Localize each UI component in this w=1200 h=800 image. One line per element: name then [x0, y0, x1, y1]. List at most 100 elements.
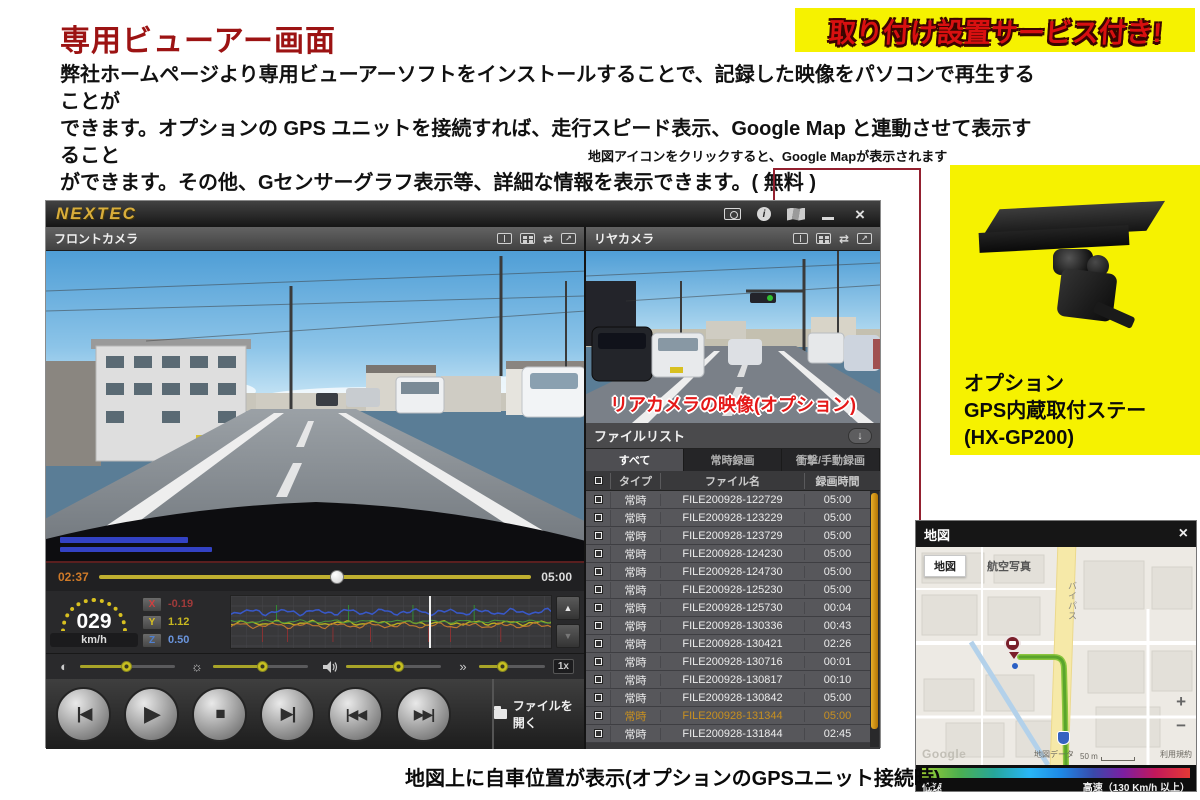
next-frame-icon: ▶|: [281, 704, 295, 724]
file-row[interactable]: 常時FILE200928-13184402:45: [586, 725, 870, 743]
gsensor-graph[interactable]: [230, 595, 552, 649]
row-checkbox[interactable]: [586, 729, 610, 738]
file-name: FILE200928-124230: [660, 548, 804, 560]
tab-continuous-recording[interactable]: 常時録画: [684, 449, 782, 471]
open-file-button[interactable]: ファイルを開く: [492, 679, 584, 749]
file-row[interactable]: 常時FILE200928-12423005:00: [586, 545, 870, 563]
fullscreen-icon[interactable]: [561, 233, 576, 244]
z-axis-value: 0.50: [168, 634, 189, 646]
rear-camera-video[interactable]: リアカメラの映像(オプション): [586, 251, 880, 423]
file-row[interactable]: 常時FILE200928-12322905:00: [586, 509, 870, 527]
row-checkbox[interactable]: [586, 567, 610, 576]
volume-slider[interactable]: [346, 665, 441, 668]
split-view-icon[interactable]: [793, 233, 808, 244]
playback-speed-slider[interactable]: [479, 665, 545, 668]
map-canvas[interactable]: 地図 航空写真 バイパス + − Google 地図データ 50 m 利用規約: [916, 547, 1196, 765]
swap-cameras-icon[interactable]: ⇄: [543, 232, 553, 246]
terms-link[interactable]: 利用規約: [1160, 749, 1192, 760]
page: 専用ビューアー画面 取り付け設置サービス付き! 弊社ホームページより専用ビューア…: [0, 0, 1200, 800]
brightness-thumb[interactable]: [257, 661, 268, 672]
row-checkbox[interactable]: [586, 513, 610, 522]
tab-all[interactable]: すべて: [586, 449, 684, 471]
map-zoom-in-button[interactable]: +: [1176, 693, 1186, 710]
file-row[interactable]: 常時FILE200928-12573000:04: [586, 599, 870, 617]
row-checkbox[interactable]: [586, 675, 610, 684]
row-checkbox[interactable]: [586, 621, 610, 630]
row-checkbox[interactable]: [586, 639, 610, 648]
previous-file-button[interactable]: |◀◀: [328, 687, 383, 742]
download-button[interactable]: ↓: [848, 428, 872, 444]
x-axis-button[interactable]: X: [142, 597, 162, 612]
file-type: 常時: [610, 636, 660, 652]
stop-button[interactable]: ■: [192, 687, 247, 742]
info-button[interactable]: i: [754, 207, 774, 222]
minimize-button[interactable]: [818, 207, 838, 222]
file-row[interactable]: 常時FILE200928-13081700:10: [586, 671, 870, 689]
file-row[interactable]: 常時FILE200928-12473005:00: [586, 563, 870, 581]
timeline-track[interactable]: [99, 575, 532, 579]
contrast-slider[interactable]: [80, 665, 175, 668]
close-button[interactable]: ×: [850, 207, 870, 222]
play-button[interactable]: ▶: [124, 687, 179, 742]
quad-view-icon[interactable]: [816, 233, 831, 244]
map-icon-annotation: 地図アイコンをクリックすると、Google Mapが表示されます: [588, 146, 947, 165]
road-name-label: バイパス: [1066, 581, 1079, 621]
titlebar-icons: i ×: [722, 207, 870, 222]
vehicle-position-marker[interactable]: [1004, 635, 1024, 661]
row-checkbox[interactable]: [586, 549, 610, 558]
split-view-icon[interactable]: [497, 233, 512, 244]
row-checkbox[interactable]: [586, 531, 610, 540]
map-type-satellite-button[interactable]: 航空写真: [978, 555, 1040, 577]
file-row[interactable]: 常時FILE200928-12523005:00: [586, 581, 870, 599]
next-file-button[interactable]: ▶▶|: [396, 687, 451, 742]
row-checkbox[interactable]: [586, 495, 610, 504]
file-row[interactable]: 常時FILE200928-13134405:00: [586, 707, 870, 725]
checkbox-icon: [594, 657, 603, 666]
quad-view-icon[interactable]: [520, 233, 535, 244]
nextec-logo: NEXTEC: [56, 204, 137, 224]
scrollbar-thumb[interactable]: [871, 493, 878, 729]
volume-thumb[interactable]: [393, 661, 404, 672]
map-button[interactable]: [786, 207, 806, 222]
contrast-thumb[interactable]: [121, 661, 132, 672]
play-icon: ▶: [144, 701, 159, 727]
next-file-icon: ▶▶|: [414, 706, 433, 723]
timeline-thumb[interactable]: [330, 570, 344, 584]
banner-text: 取り付け設置サービス付き!: [827, 11, 1163, 50]
bottom-caption: 地図上に自車位置が表示(オプションのGPSユニット接続時): [405, 762, 941, 791]
file-row[interactable]: 常時FILE200928-13084205:00: [586, 689, 870, 707]
row-checkbox[interactable]: [586, 693, 610, 702]
map-zoom-out-button[interactable]: −: [1176, 717, 1186, 734]
file-row[interactable]: 常時FILE200928-12372905:00: [586, 527, 870, 545]
y-axis-button[interactable]: Y: [142, 615, 162, 630]
tab-impact-manual-recording[interactable]: 衝撃/手動録画: [782, 449, 880, 471]
row-checkbox[interactable]: [586, 585, 610, 594]
scale-down-button[interactable]: ▼: [556, 624, 580, 648]
file-name: FILE200928-122729: [660, 494, 804, 506]
previous-frame-button[interactable]: |◀: [56, 687, 111, 742]
map-type-map-button[interactable]: 地図: [924, 555, 966, 577]
screenshot-button[interactable]: [722, 207, 742, 222]
file-list-scrollbar[interactable]: [870, 491, 879, 747]
scale-up-button[interactable]: ▲: [556, 596, 580, 620]
swap-cameras-icon[interactable]: ⇄: [839, 232, 849, 246]
row-checkbox[interactable]: [586, 603, 610, 612]
z-axis-button[interactable]: Z: [142, 633, 162, 648]
next-frame-button[interactable]: ▶|: [260, 687, 315, 742]
map-data-attribution: 地図データ: [1034, 749, 1074, 760]
file-row[interactable]: 常時FILE200928-12272905:00: [586, 491, 870, 509]
row-checkbox[interactable]: [586, 711, 610, 720]
map-close-button[interactable]: ×: [1179, 526, 1188, 542]
row-checkbox[interactable]: [586, 657, 610, 666]
fullscreen-icon[interactable]: [857, 233, 872, 244]
file-row[interactable]: 常時FILE200928-13033600:43: [586, 617, 870, 635]
file-row[interactable]: 常時FILE200928-13071600:01: [586, 653, 870, 671]
brightness-slider[interactable]: [213, 665, 308, 668]
front-camera-video[interactable]: [46, 251, 584, 561]
speed-slider-group: » 1x: [455, 659, 574, 674]
checkbox-icon: [594, 639, 603, 648]
select-all-checkbox[interactable]: [586, 476, 610, 485]
file-row[interactable]: 常時FILE200928-13042102:26: [586, 635, 870, 653]
playback-speed-thumb[interactable]: [497, 661, 508, 672]
stop-icon: ■: [215, 704, 223, 724]
